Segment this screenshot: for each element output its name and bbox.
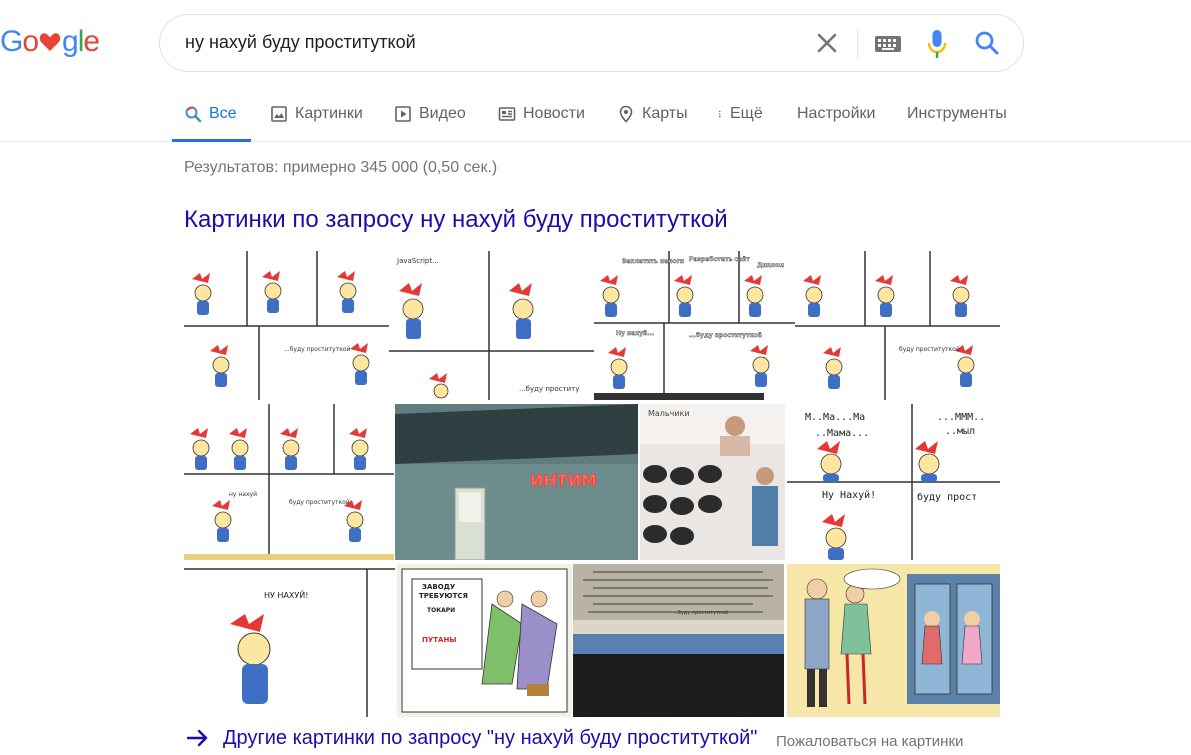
- thumbnail-caption: ..мыл: [945, 426, 975, 437]
- thumbnail-caption: ИНТИМ: [530, 471, 597, 490]
- tab-label: Все: [209, 105, 237, 122]
- tab-settings[interactable]: Настройки: [797, 96, 875, 142]
- image-thumbnail[interactable]: ИНТИМ: [395, 404, 638, 560]
- tab-label: Карты: [642, 105, 688, 122]
- thumbnail-caption: ...МММ..: [937, 412, 985, 423]
- result-stats: Результатов: примерно 345 000 (0,50 сек.…: [184, 159, 498, 176]
- thumbnail-caption: ЗАВОДУ: [422, 583, 456, 591]
- microphone-icon[interactable]: [926, 29, 948, 59]
- tab-more[interactable]: Ещё: [718, 96, 763, 142]
- thumbnail-caption: Диплом: [757, 262, 784, 269]
- search-tabs: Все Картинки Видео Новости Карты Ещё Нас…: [0, 96, 1191, 142]
- image-thumbnail[interactable]: [787, 564, 1000, 717]
- search-icon[interactable]: [974, 30, 1000, 56]
- more-images-link[interactable]: Другие картинки по запросу "ну нахуй буд…: [186, 726, 757, 750]
- image-thumbnail[interactable]: ну нахуй буду проституткой: [184, 404, 394, 560]
- logo-letter-g2: g: [62, 25, 79, 58]
- thumbnail-caption: ..Мама...: [815, 428, 869, 439]
- tab-label: Новости: [523, 105, 585, 122]
- map-pin-icon: [619, 105, 633, 123]
- thumbnail-caption: НУ НАХУЙ!: [264, 589, 308, 600]
- image-thumbnail[interactable]: Мальчики: [640, 404, 785, 560]
- image-thumbnail[interactable]: ...буду проституткой: [184, 251, 389, 400]
- image-thumbnail[interactable]: ...буду проституткой: [573, 564, 784, 717]
- thumbnail-caption: Ну нахуй...: [616, 330, 654, 337]
- image-thumbnail[interactable]: JavaScript... ...буду проститу: [389, 251, 594, 400]
- thumbnail-caption: Заплатить налоги: [622, 258, 684, 265]
- more-images-label: Другие картинки по запросу "ну нахуй буд…: [223, 726, 758, 749]
- search-icon: [185, 106, 202, 123]
- image-grid: ...буду проституткой JavaScript... ...бу…: [184, 251, 1000, 717]
- logo-letter-e: e: [83, 25, 100, 58]
- thumbnail-caption: ...буду проституткой: [689, 332, 762, 339]
- thumbnail-caption: Разработать сайт: [689, 256, 750, 263]
- thumbnail-caption: ТОКАРИ: [427, 607, 455, 614]
- logo-letter-g: G: [0, 25, 23, 58]
- image-icon: [271, 106, 287, 122]
- tab-all[interactable]: Все: [172, 96, 251, 142]
- tab-label: Видео: [419, 105, 466, 122]
- tab-label: Настройки: [797, 105, 876, 122]
- search-divider: [857, 29, 858, 59]
- keyboard-icon[interactable]: [874, 33, 902, 55]
- thumbnail-caption: ...буду проституткой: [673, 609, 728, 616]
- thumbnail-caption: буду проституткой: [899, 346, 960, 353]
- tab-video[interactable]: Видео: [394, 96, 466, 142]
- google-logo[interactable]: G o g l e: [0, 24, 100, 60]
- thumbnail-caption: ПУТАНЫ: [422, 636, 457, 644]
- more-vert-icon: [719, 110, 721, 118]
- tab-maps[interactable]: Карты: [617, 96, 688, 142]
- heart-icon: [39, 33, 61, 51]
- thumbnail-caption: JavaScript...: [396, 257, 439, 265]
- search-input[interactable]: ну нахуй буду проституткой: [185, 32, 416, 53]
- video-icon: [395, 106, 411, 122]
- thumbnail-caption: ТРЕБУЮТСЯ: [419, 592, 468, 600]
- thumbnail-caption: Мальчики: [648, 409, 690, 418]
- tab-label: Ещё: [730, 105, 763, 122]
- image-thumbnail[interactable]: М..Ма...Ма ..Мама... ...МММ.. ..мыл Ну Н…: [787, 404, 1000, 560]
- image-thumbnail[interactable]: Заплатить налоги Разработать сайт Диплом…: [594, 251, 795, 400]
- image-thumbnail[interactable]: буду проституткой: [795, 251, 1000, 400]
- logo-letter-o: o: [22, 25, 39, 58]
- tab-label: Картинки: [295, 105, 363, 122]
- image-thumbnail[interactable]: НУ НАХУЙ!: [184, 564, 395, 717]
- tab-tools[interactable]: Инструменты: [907, 96, 1007, 142]
- image-thumbnail[interactable]: ЗАВОДУ ТРЕБУЮТСЯ ТОКАРИ ПУТАНЫ: [397, 564, 572, 717]
- thumbnail-caption: ну нахуй: [229, 491, 257, 498]
- tab-label: Инструменты: [907, 105, 1007, 122]
- close-icon[interactable]: [814, 30, 840, 56]
- news-icon: [498, 107, 516, 121]
- thumbnail-caption: буду прост: [917, 491, 977, 503]
- tab-news[interactable]: Новости: [498, 96, 585, 142]
- thumbnail-caption: ...буду проститу: [519, 385, 579, 393]
- thumbnail-caption: буду проституткой: [289, 499, 350, 506]
- arrow-right-icon: [186, 729, 208, 747]
- thumbnail-caption: ...буду проституткой: [284, 346, 351, 353]
- search-box[interactable]: ну нахуй буду проституткой: [159, 14, 1024, 72]
- thumbnail-caption: Ну Нахуй!: [822, 489, 876, 501]
- tab-images[interactable]: Картинки: [270, 96, 363, 142]
- images-heading-link[interactable]: Картинки по запросу ну нахуй буду прости…: [184, 206, 728, 234]
- thumbnail-caption: М..Ма...Ма: [805, 412, 865, 423]
- report-images-link[interactable]: Пожаловаться на картинки: [776, 733, 963, 750]
